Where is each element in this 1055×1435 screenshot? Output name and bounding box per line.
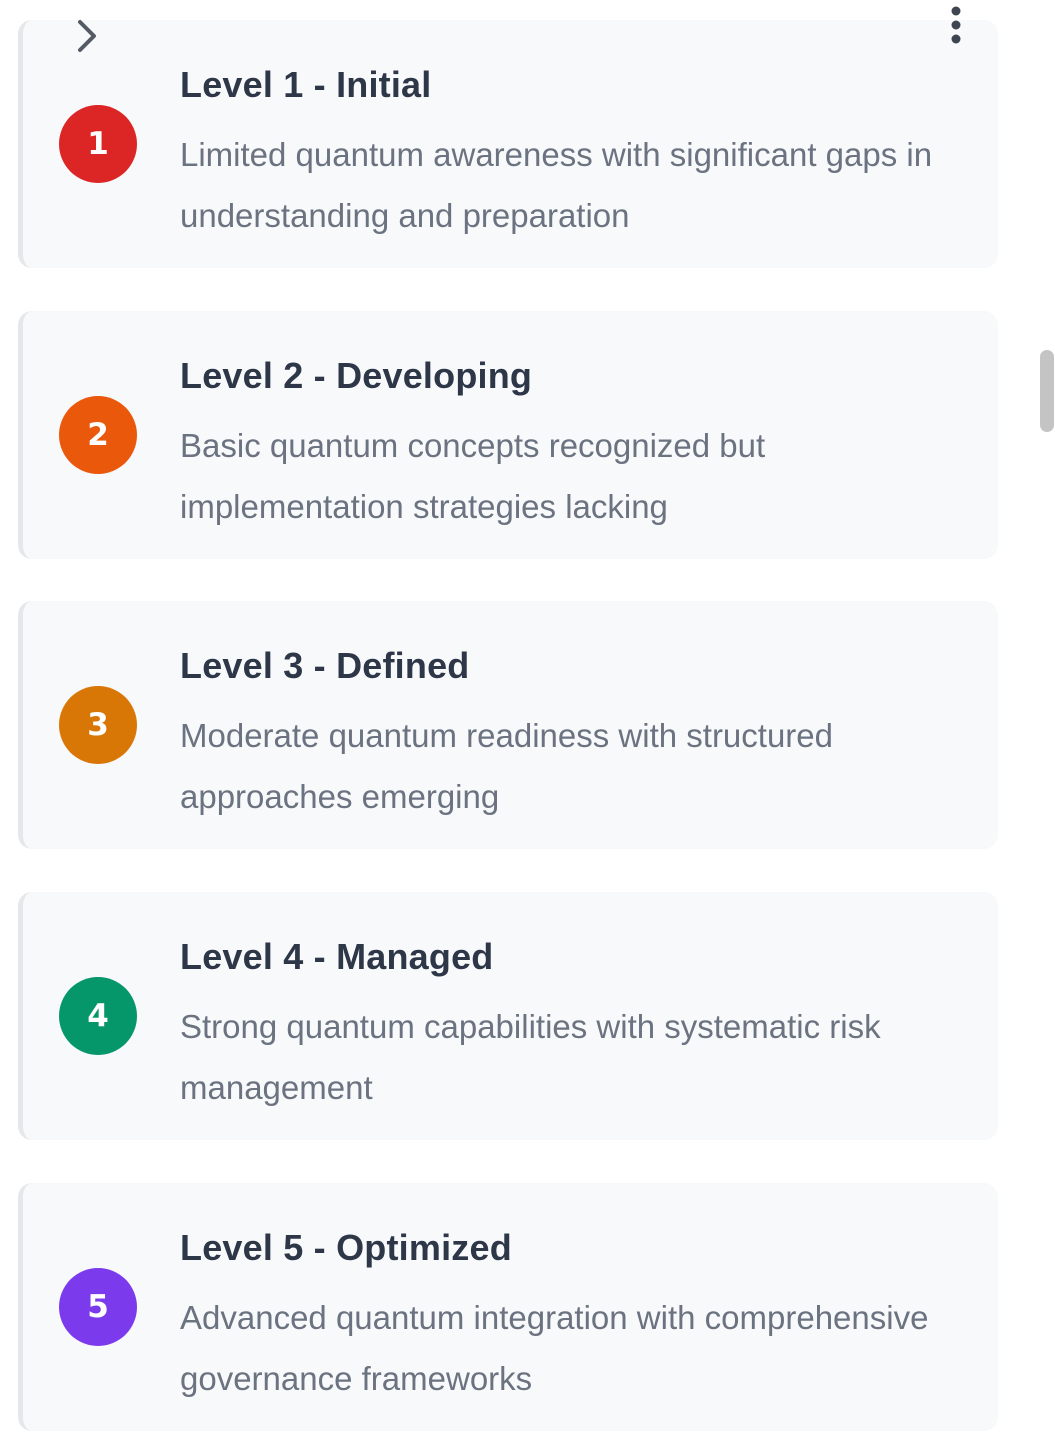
level-title: Level 4 - Managed bbox=[180, 936, 494, 977]
level-description: Limited quantum awareness with significa… bbox=[180, 136, 933, 234]
level-card-4: 4 Level 4 - Managed Strong quantum capab… bbox=[18, 892, 998, 1140]
level-badge: 1 bbox=[59, 105, 137, 183]
scrollbar-thumb[interactable] bbox=[1040, 350, 1054, 432]
level-title: Level 5 - Optimized bbox=[180, 1227, 512, 1268]
level-badge: 5 bbox=[59, 1268, 137, 1346]
level-badge: 4 bbox=[59, 977, 137, 1055]
level-title: Level 2 - Developing bbox=[180, 355, 533, 396]
level-badge: 2 bbox=[59, 396, 137, 474]
level-description: Moderate quantum readiness with structur… bbox=[180, 717, 834, 815]
level-description: Basic quantum concepts recognized but im… bbox=[180, 427, 766, 525]
level-title: Level 3 - Defined bbox=[180, 645, 470, 686]
level-card-1: 1 Level 1 - Initial Limited quantum awar… bbox=[18, 20, 998, 268]
level-card-5: 5 Level 5 - Optimized Advanced quantum i… bbox=[18, 1183, 998, 1431]
level-description: Strong quantum capabilities with systema… bbox=[180, 1008, 881, 1106]
level-description: Advanced quantum integration with compre… bbox=[180, 1299, 929, 1397]
level-card-3: 3 Level 3 - Defined Moderate quantum rea… bbox=[18, 601, 998, 849]
level-card-2: 2 Level 2 - Developing Basic quantum con… bbox=[18, 311, 998, 559]
level-badge: 3 bbox=[59, 686, 137, 764]
more-vertical-icon[interactable] bbox=[944, 4, 968, 46]
level-title: Level 1 - Initial bbox=[180, 64, 432, 105]
chevron-right-icon[interactable] bbox=[72, 18, 102, 54]
